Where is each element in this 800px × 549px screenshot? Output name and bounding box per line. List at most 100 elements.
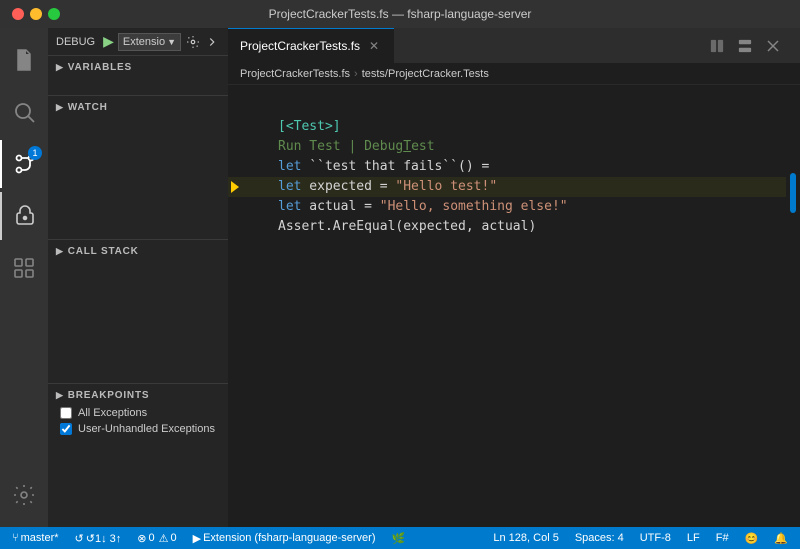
more-editors-button[interactable] [734, 35, 756, 57]
main-layout: 1 DEBUG ▶ Extensio ▼ [0, 28, 800, 527]
status-errors[interactable]: ⊗ 0 ⚠ 0 [133, 527, 180, 549]
callstack-arrow: ▶ [56, 246, 64, 257]
breakpoint-unhandled-checkbox[interactable] [60, 423, 72, 435]
bell-icon: 🔔 [774, 532, 788, 545]
scrollbar-thumb[interactable] [790, 173, 796, 213]
sync-indicator: ↺ [75, 532, 84, 545]
editor-area: ProjectCrackerTests.fs ✕ ProjectCrackerT… [228, 28, 800, 527]
run-icon: ▶ [193, 532, 201, 545]
gutter-3 [228, 137, 242, 157]
window-controls [12, 8, 60, 20]
status-smiley[interactable]: 😊 [741, 527, 763, 549]
activity-source-control[interactable]: 1 [0, 140, 48, 188]
code-2: [<Test>] [278, 117, 786, 137]
run-label: Extension (fsharp-language-server) [203, 532, 375, 544]
gutter-4 [228, 157, 242, 177]
status-spaces[interactable]: Spaces: 4 [571, 527, 628, 549]
status-language[interactable]: F# [712, 527, 733, 549]
watch-section: ▶ WATCH [48, 96, 228, 240]
variables-label: VARIABLES [68, 62, 132, 73]
gutter-6 [228, 197, 242, 217]
gutter-5 [228, 177, 242, 197]
tab-filename: ProjectCrackerTests.fs [240, 39, 360, 53]
status-encoding[interactable]: UTF-8 [636, 527, 675, 549]
breakpoint-all-checkbox[interactable] [60, 407, 72, 419]
code-area: [<Test>] Run Test | DebugTest let ``test… [228, 93, 786, 519]
gutter-2 [228, 117, 242, 137]
close-editor-button[interactable] [762, 35, 784, 57]
status-sync[interactable]: ↺ ↺1↓ 3↑ [71, 527, 126, 549]
breakpoints-header[interactable]: ▶ BREAKPOINTS [48, 384, 228, 405]
code-7: Assert.AreEqual(expected, actual) [278, 217, 786, 237]
debug-label: DEBUG [56, 36, 95, 48]
debug-arrow-icon [231, 181, 239, 193]
debug-toolbar: DEBUG ▶ Extensio ▼ [48, 28, 228, 56]
status-right: Ln 128, Col 5 Spaces: 4 UTF-8 LF F# 😊 🔔 [489, 527, 792, 549]
code-3: Run Test | DebugTest [278, 137, 786, 157]
activity-search[interactable] [0, 88, 48, 136]
debug-config-label: Extensio [123, 36, 165, 48]
spaces-text: Spaces: 4 [575, 532, 624, 544]
smiley-icon: 😊 [745, 532, 759, 545]
code-line-2: [<Test>] [228, 117, 786, 137]
activity-debug[interactable] [0, 192, 48, 240]
tab-close-button[interactable]: ✕ [366, 38, 382, 54]
editor-content[interactable]: [<Test>] Run Test | DebugTest let ``test… [228, 85, 800, 527]
activity-extensions[interactable] [0, 244, 48, 292]
debug-dropdown-arrow: ▼ [167, 37, 176, 47]
breadcrumb: ProjectCrackerTests.fs › tests/ProjectCr… [228, 63, 800, 85]
status-bell[interactable]: 🔔 [770, 527, 792, 549]
line-num-6 [242, 197, 278, 217]
breadcrumb-path[interactable]: tests/ProjectCracker.Tests [362, 68, 489, 80]
encoding-text: UTF-8 [640, 532, 671, 544]
maximize-button[interactable] [48, 8, 60, 20]
editor-tabs: ProjectCrackerTests.fs ✕ [228, 28, 800, 63]
branch-icon: ⑂ [12, 532, 19, 544]
breadcrumb-filename[interactable]: ProjectCrackerTests.fs [240, 68, 350, 80]
code-line-5: let expected = "Hello test!" [228, 177, 786, 197]
split-editor-button[interactable] [706, 35, 728, 57]
variables-arrow: ▶ [56, 62, 64, 73]
editor-tab-active[interactable]: ProjectCrackerTests.fs ✕ [228, 28, 394, 63]
warning-icon: ⚠ [159, 532, 169, 545]
titlebar: ProjectCrackerTests.fs — fsharp-language… [0, 0, 800, 28]
debug-play-button[interactable]: ▶ [103, 33, 114, 50]
activity-files[interactable] [0, 36, 48, 84]
code-6: let actual = "Hello, something else!" [278, 197, 786, 217]
status-line-ending[interactable]: LF [683, 527, 704, 549]
code-line-6: let actual = "Hello, something else!" [228, 197, 786, 217]
status-branch[interactable]: ⑂ master* [8, 527, 63, 549]
editor-scrollbar[interactable] [786, 93, 800, 519]
status-leaf[interactable]: 🌿 [387, 527, 409, 549]
breakpoints-label: BREAKPOINTS [68, 390, 150, 401]
activity-settings[interactable] [0, 471, 48, 519]
callstack-section: ▶ CALL STACK [48, 240, 228, 384]
debug-settings-button[interactable] [185, 32, 200, 52]
code-4: let ``test that fails``() = [278, 157, 786, 177]
breakpoint-all-exceptions: All Exceptions [48, 405, 228, 421]
status-run[interactable]: ▶ Extension (fsharp-language-server) [189, 527, 380, 549]
breakpoint-all-label: All Exceptions [78, 407, 147, 419]
code-line-7: Assert.AreEqual(expected, actual) [228, 217, 786, 237]
leaf-icon: 🌿 [391, 532, 405, 545]
line-num-4 [242, 157, 278, 177]
variables-section: ▶ VARIABLES [48, 56, 228, 96]
debug-more-button[interactable] [205, 32, 220, 52]
line-num-1 [242, 97, 278, 117]
line-ending-text: LF [687, 532, 700, 544]
language-text: F# [716, 532, 729, 544]
close-button[interactable] [12, 8, 24, 20]
line-num-2 [242, 117, 278, 137]
watch-header[interactable]: ▶ WATCH [48, 96, 228, 117]
callstack-header[interactable]: ▶ CALL STACK [48, 240, 228, 261]
debug-config-dropdown[interactable]: Extensio ▼ [118, 33, 181, 51]
status-position[interactable]: Ln 128, Col 5 [489, 527, 562, 549]
breakpoints-section: ▶ BREAKPOINTS All Exceptions User-Unhand… [48, 384, 228, 527]
variables-header[interactable]: ▶ VARIABLES [48, 56, 228, 77]
minimize-button[interactable] [30, 8, 42, 20]
window-title: ProjectCrackerTests.fs — fsharp-language… [269, 7, 532, 21]
code-1 [278, 97, 786, 117]
status-bar: ⑂ master* ↺ ↺1↓ 3↑ ⊗ 0 ⚠ 0 ▶ Extension (… [0, 527, 800, 549]
sidebar: DEBUG ▶ Extensio ▼ ▶ VARIABLES [48, 28, 228, 527]
line-num-3 [242, 137, 278, 157]
